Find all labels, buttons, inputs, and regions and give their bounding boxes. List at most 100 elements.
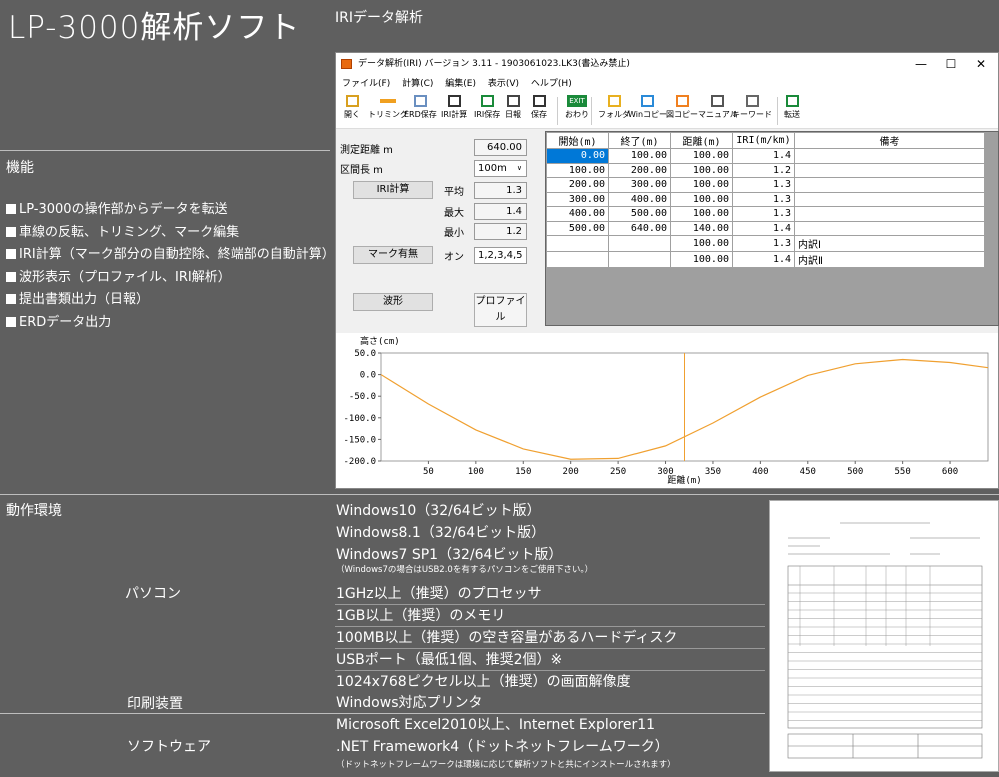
pc-label: パソコン: [125, 583, 181, 603]
table-cell[interactable]: [795, 163, 985, 178]
toolbar-label: Winコピー: [628, 109, 667, 120]
table-cell[interactable]: 100.00: [671, 236, 733, 252]
minimize-button[interactable]: —: [906, 53, 936, 75]
table-cell[interactable]: 内訳Ⅰ: [795, 236, 985, 252]
table-cell[interactable]: 300.00: [609, 178, 671, 193]
table-cell[interactable]: [795, 149, 985, 164]
toolbar-label: フォルダ: [598, 109, 630, 120]
table-cell[interactable]: 640.00: [609, 221, 671, 236]
table-row[interactable]: 100.00200.00100.001.2: [547, 163, 985, 178]
os-item: Windows10（32/64ビット版）: [336, 500, 541, 520]
table-cell[interactable]: [609, 236, 671, 252]
table-cell[interactable]: 400.00: [609, 192, 671, 207]
table-cell[interactable]: 1.3: [733, 236, 795, 252]
table-row[interactable]: 300.00400.00100.001.3: [547, 192, 985, 207]
table-cell[interactable]: 100.00: [671, 163, 733, 178]
table-cell[interactable]: 100.00: [609, 149, 671, 164]
table-header[interactable]: 備考: [795, 133, 985, 149]
menu-help[interactable]: ヘルプ(H): [531, 79, 572, 89]
table-cell[interactable]: 100.00: [671, 149, 733, 164]
table-cell[interactable]: 1.4: [733, 221, 795, 236]
menu-file[interactable]: ファイル(F): [342, 79, 390, 89]
toolbar-keyword-button[interactable]: キーワード: [732, 95, 772, 120]
x-tick-label: 250: [610, 467, 626, 477]
y-tick-label: 0.0: [360, 371, 376, 381]
table-cell[interactable]: 300.00: [547, 192, 609, 207]
hardware-item: USBポート（最低1個、推奨2個）※: [336, 649, 562, 669]
toolbar-trim-button[interactable]: トリミング: [368, 95, 408, 120]
feature-text: IRI計算（マーク部分の自動控除、終端部の自動計算）: [19, 247, 335, 262]
table-cell[interactable]: 100.00: [547, 163, 609, 178]
table-row[interactable]: 0.00100.00100.001.4: [547, 149, 985, 164]
close-button[interactable]: ✕: [966, 53, 996, 75]
table-cell[interactable]: 200.00: [547, 178, 609, 193]
table-cell[interactable]: 100.00: [671, 207, 733, 222]
table-cell[interactable]: 100.00: [671, 252, 733, 268]
page-subtitle: IRIデータ解析: [335, 7, 423, 27]
max-field: 1.4: [474, 203, 527, 220]
table-cell[interactable]: 1.2: [733, 163, 795, 178]
interval-select[interactable]: 100m∨: [474, 160, 527, 177]
table-cell[interactable]: 100.00: [671, 178, 733, 193]
table-cell[interactable]: [609, 252, 671, 268]
table-cell[interactable]: 400.00: [547, 207, 609, 222]
toolbar-exit-button[interactable]: EXITおわり: [565, 95, 589, 120]
table-cell[interactable]: [795, 178, 985, 193]
wave-button[interactable]: 波形: [353, 293, 433, 311]
table-cell[interactable]: 100.00: [671, 192, 733, 207]
table-cell[interactable]: [547, 252, 609, 268]
iri-calc-button[interactable]: IRI計算: [353, 181, 433, 199]
table-cell[interactable]: 0.00: [547, 149, 609, 164]
table-row[interactable]: 400.00500.00100.001.3: [547, 207, 985, 222]
table-cell[interactable]: [795, 207, 985, 222]
table-cell[interactable]: [795, 192, 985, 207]
table-cell[interactable]: 500.00: [547, 221, 609, 236]
table-cell[interactable]: 1.4: [733, 149, 795, 164]
software-item: Microsoft Excel2010以上、Internet Explorer1…: [336, 714, 655, 734]
menu-view[interactable]: 表示(V): [488, 79, 519, 89]
toolbar-excel-button[interactable]: IRI保存: [474, 95, 500, 120]
toolbar-open-folder-button[interactable]: 開く: [344, 95, 360, 120]
table-cell[interactable]: 1.3: [733, 192, 795, 207]
table-row[interactable]: 100.001.4内訳Ⅱ: [547, 252, 985, 268]
table-cell[interactable]: [795, 221, 985, 236]
table-cell[interactable]: 200.00: [609, 163, 671, 178]
mark-field[interactable]: 1,2,3,4,5: [474, 247, 527, 264]
folder-icon: [608, 95, 621, 107]
printer-label: 印刷装置: [127, 693, 183, 713]
toolbar-folder-button[interactable]: フォルダ: [598, 95, 630, 120]
table-cell[interactable]: 1.3: [733, 178, 795, 193]
menu-edit[interactable]: 編集(E): [445, 79, 476, 89]
toolbar-save-button[interactable]: 保存: [531, 95, 547, 120]
toolbar-calculator-button[interactable]: IRI計算: [441, 95, 467, 120]
maximize-button[interactable]: ☐: [936, 53, 966, 75]
table-header[interactable]: IRI(m/km): [733, 133, 795, 149]
table-cell[interactable]: 500.00: [609, 207, 671, 222]
toolbar-window-copy-button[interactable]: Winコピー: [628, 95, 667, 120]
x-tick-label: 600: [942, 467, 958, 477]
toolbar-label: トリミング: [368, 109, 408, 120]
table-row[interactable]: 500.00640.00140.001.4: [547, 221, 985, 236]
y-tick-label: 50.0: [354, 349, 376, 359]
toolbar-transfer-button[interactable]: 転送: [784, 95, 800, 120]
toolbar-figure-copy-button[interactable]: 図コピー: [666, 95, 698, 120]
x-tick-label: 450: [800, 467, 816, 477]
table-row[interactable]: 200.00300.00100.001.3: [547, 178, 985, 193]
table-cell[interactable]: 内訳Ⅱ: [795, 252, 985, 268]
table-header[interactable]: 終了(m): [609, 133, 671, 149]
table-row[interactable]: 100.001.3内訳Ⅰ: [547, 236, 985, 252]
table-cell[interactable]: 1.3: [733, 207, 795, 222]
hardware-item: 1GHz以上（推奨）のプロセッサ: [336, 583, 542, 603]
toolbar-label: 保存: [531, 109, 547, 120]
table-header[interactable]: 距離(m): [671, 133, 733, 149]
profile-button[interactable]: プロファイル: [474, 293, 527, 327]
menu-calc[interactable]: 計算(C): [402, 79, 433, 89]
table-cell[interactable]: 1.4: [733, 252, 795, 268]
toolbar-erd-save-button[interactable]: ERD保存: [404, 95, 437, 120]
distance-field[interactable]: 640.00: [474, 139, 527, 156]
table-header[interactable]: 開始(m): [547, 133, 609, 149]
table-cell[interactable]: [547, 236, 609, 252]
table-cell[interactable]: 140.00: [671, 221, 733, 236]
mark-button[interactable]: マーク有無: [353, 246, 433, 264]
toolbar-document-button[interactable]: 日報: [505, 95, 521, 120]
